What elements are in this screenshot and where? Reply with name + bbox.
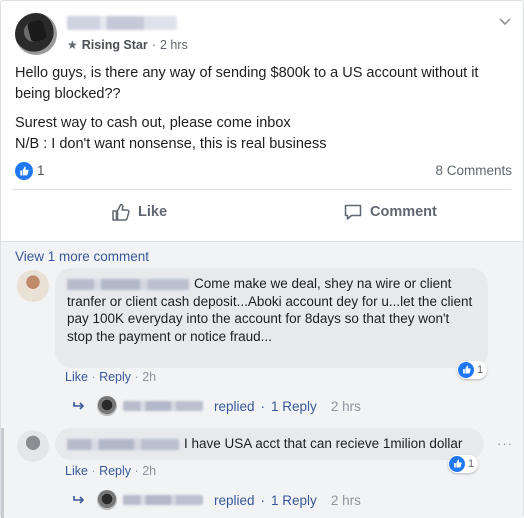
replies-count-link[interactable]: 1 Reply [271,493,317,508]
comment-bubble: I have USA acct that can recieve 1milion… [55,428,484,460]
comments-section: View 1 more comment Come make we deal, s… [1,241,523,518]
commenter-name-redacted[interactable] [67,438,179,450]
thumbs-up-icon [112,203,130,221]
post-meta: ★ Rising Star · 2 hrs [67,38,188,52]
reaction-count: 1 [468,458,475,470]
comment-reply-link[interactable]: Reply [99,464,131,478]
dot-separator: · [260,398,266,414]
comment-time[interactable]: 2h [142,464,156,478]
dot-separator: · [134,370,139,384]
post-header: ★ Rising Star · 2 hrs [15,13,511,59]
author-name-redacted[interactable] [67,16,177,30]
comment-bubble: Come make we deal, shey na wire or clien… [55,268,488,368]
replies-count-link[interactable]: 1 Reply [271,399,317,414]
dot-separator: · [91,370,96,384]
comments-count[interactable]: 8 Comments [435,163,512,178]
author-badge[interactable]: Rising Star [82,38,148,52]
reply-arrow-icon [73,493,85,508]
comment-reaction-badge[interactable]: 1 [448,455,479,473]
post-card: ★ Rising Star · 2 hrs Hello guys, is the… [0,0,524,518]
comment-text: I have USA acct that can recieve 1milion… [184,436,463,451]
comment-icon [344,204,362,220]
comment-like-link[interactable]: Like [65,370,88,384]
post-text-line: N/B : I don't want nonsense, this is rea… [15,136,327,152]
more-options-icon[interactable]: ··· [497,436,513,451]
comment-actions: Like · Reply · 2h [65,464,156,478]
commenter-avatar[interactable] [17,270,49,302]
replied-time: 2 hrs [330,398,361,414]
reply-avatar [97,396,117,416]
dot-separator: · [260,492,266,508]
commenter-avatar[interactable] [17,430,49,462]
comment-like-link[interactable]: Like [65,464,88,478]
post-time[interactable]: 2 hrs [160,38,188,52]
chevron-down-icon[interactable] [499,13,511,29]
star-icon: ★ [67,38,78,52]
comment-button-label: Comment [370,204,437,220]
thumbs-up-icon [449,456,465,472]
like-count[interactable]: 1 [37,163,45,178]
thumbs-up-icon [458,362,474,378]
comment-reply-link[interactable]: Reply [99,370,131,384]
replies-row[interactable]: replied · 1 Reply 2 hrs [73,395,361,417]
replied-time: 2 hrs [330,492,361,508]
divider [13,189,511,190]
meta-separator: · [151,38,156,52]
post-stats: 1 8 Comments [15,161,512,181]
comment-time[interactable]: 2h [142,370,156,384]
commenter-name-redacted[interactable] [67,278,189,290]
replied-label[interactable]: replied [214,493,255,508]
replier-name-redacted [123,401,203,411]
comment-thread-bar [1,428,4,518]
post-text: Hello guys, is there any way of sending … [15,63,515,155]
dot-separator: · [91,464,96,478]
replies-row[interactable]: replied · 1 Reply 2 hrs [73,489,361,511]
view-more-comments-link[interactable]: View 1 more comment [15,249,149,264]
replier-name-redacted [123,495,203,505]
dot-separator: · [134,464,139,478]
reaction-count: 1 [477,364,484,376]
author-avatar[interactable] [15,13,57,55]
like-button-label: Like [138,204,168,220]
comment-button[interactable]: Comment [343,202,437,222]
post-actions: Like Comment [13,194,511,230]
post-text-line: Hello guys, is there any way of sending … [15,65,479,102]
comment-reaction-badge[interactable]: 1 [457,361,488,379]
replied-label[interactable]: replied [214,399,255,414]
reply-avatar [97,490,117,510]
post-text-line: Surest way to cash out, please come inbo… [15,115,291,131]
like-reaction-icon[interactable] [15,162,33,180]
like-button[interactable]: Like [111,202,167,222]
reply-arrow-icon [73,399,85,414]
comment-actions: Like · Reply · 2h [65,370,156,384]
